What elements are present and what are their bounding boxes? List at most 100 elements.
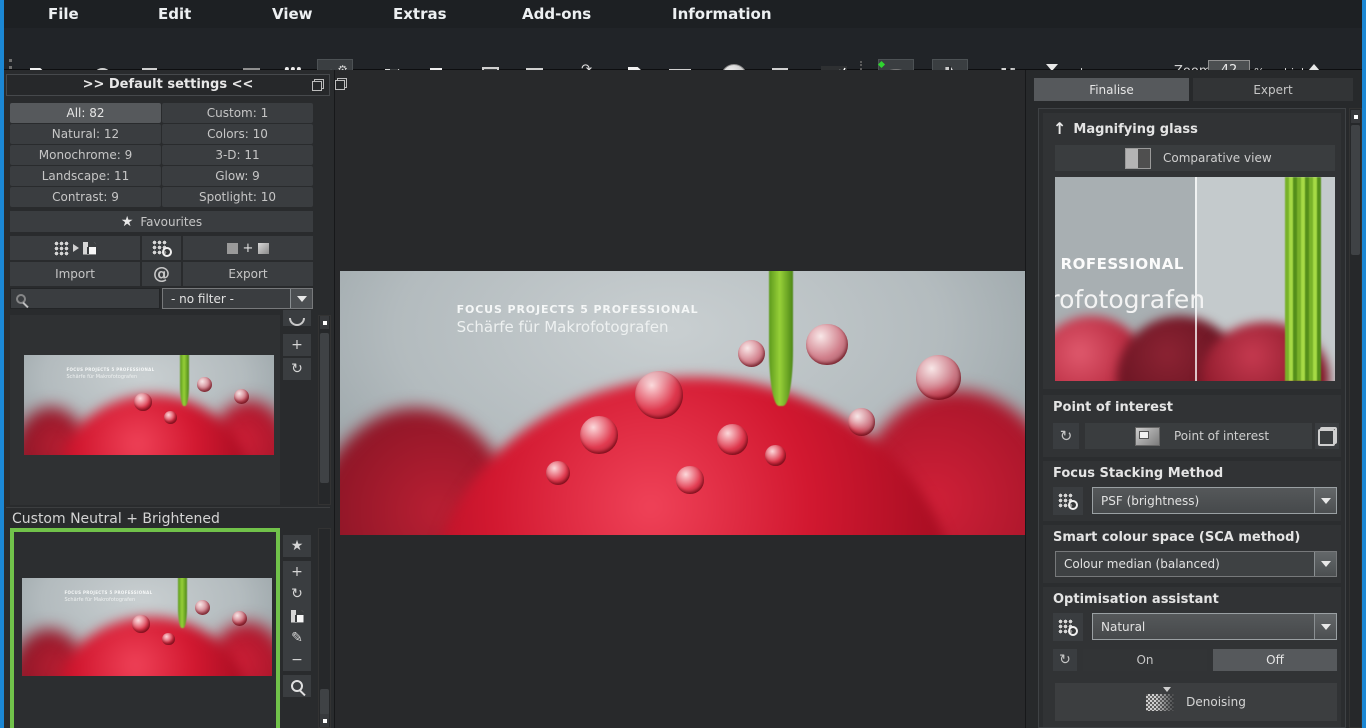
cherry-stem (178, 578, 187, 628)
refresh-icon: ↻ (1060, 429, 1073, 444)
thumbnail-list-scrollbar[interactable] (318, 315, 331, 505)
stacking-browse-button[interactable] (1053, 487, 1083, 515)
menu-extras[interactable]: Extras (393, 5, 447, 23)
favourites-button[interactable]: ★ Favourites (10, 211, 313, 232)
import-presets-icon-button[interactable] (10, 236, 140, 260)
category-landscape[interactable]: Landscape: 11 (10, 166, 161, 186)
presets-panel: >> Default settings << All: 82 Custom: 1… (4, 70, 334, 728)
comparative-view-toggle[interactable] (1125, 148, 1151, 169)
preset-thumbnail-card[interactable]: FOCUS PROJECTS 5 PROFESSIONAL Schärfe fü… (10, 315, 280, 505)
stacking-title: Focus Stacking Method (1053, 466, 1223, 481)
preset-edit-button[interactable]: ✎ (283, 627, 311, 649)
poi-button[interactable]: Point of interest (1085, 423, 1312, 449)
scrollbar-thumb[interactable] (320, 689, 329, 715)
preset-zoom-button[interactable] (283, 675, 311, 697)
main-canvas[interactable]: FOCUS PROJECTS 5 PROFESSIONAL Schärfe fü… (334, 70, 1025, 728)
poi-marker-icon (1135, 427, 1160, 446)
photo-brand-line1: FOCUS PROJECTS 5 PROFESSIONAL (67, 367, 155, 372)
cherry-body (429, 377, 957, 535)
settings-content: ↑ Magnifying glass Comparative view ROFE… (1038, 108, 1346, 728)
preset-search-input[interactable] (10, 288, 160, 309)
optimisation-browse-button[interactable] (1053, 613, 1083, 641)
category-spotlight[interactable]: Spotlight: 10 (162, 187, 313, 207)
preset-thumbnail-image[interactable]: FOCUS PROJECTS 5 PROFESSIONAL Schärfe fü… (24, 355, 274, 455)
scrollbar-collapse-button[interactable] (1351, 110, 1360, 123)
category-colors[interactable]: Colors: 10 (162, 124, 313, 144)
preset-detail-scrollbar[interactable] (318, 528, 331, 728)
scrollbar-collapse-button[interactable] (320, 316, 329, 329)
stacking-method-dropdown[interactable]: PSF (brightness) (1092, 487, 1337, 514)
photo-brand-line2: Schärfe für Makrofotografen (65, 597, 153, 603)
scrollbar-collapse-button[interactable] (320, 714, 329, 727)
colourspace-dropdown[interactable]: Colour median (balanced) (1055, 551, 1337, 577)
poi-section: Point of interest ↻ Point of interest (1043, 395, 1341, 457)
category-contrast[interactable]: Contrast: 9 (10, 187, 161, 207)
menu-file[interactable]: File (48, 5, 79, 23)
category-3d[interactable]: 3-D: 11 (162, 145, 313, 165)
preset-filter-value: - no filter - (171, 292, 234, 306)
optimisation-dropdown[interactable]: Natural (1092, 613, 1337, 640)
undock-panel-icon[interactable] (312, 79, 324, 91)
category-glow[interactable]: Glow: 9 (162, 166, 313, 186)
copy-icon (1317, 427, 1338, 446)
selected-preset-thumbnail-image[interactable]: FOCUS PROJECTS 5 PROFESSIONAL Schärfe fü… (22, 578, 272, 676)
window-edge-right (1362, 0, 1366, 728)
menu-information[interactable]: Information (672, 5, 772, 23)
scrollbar-thumb[interactable] (1351, 125, 1360, 255)
stacking-section: Focus Stacking Method PSF (brightness) (1043, 461, 1341, 521)
poi-copy-button[interactable] (1315, 423, 1339, 449)
window-edge-left (0, 0, 4, 728)
presets-panel-header[interactable]: >> Default settings << (6, 74, 330, 96)
preset-refresh-button[interactable]: ↻ (283, 583, 311, 605)
comparative-view-label: Comparative view (1163, 151, 1272, 165)
menu-view[interactable]: View (272, 5, 313, 23)
tab-expert[interactable]: Expert (1193, 78, 1353, 101)
crop-text-line1: ROFESSIONAL (1061, 255, 1184, 273)
magnifier-icon (291, 680, 303, 692)
preset-add-button[interactable]: + (283, 561, 311, 583)
dropdown-arrow-icon (1314, 488, 1336, 513)
main-image[interactable]: FOCUS PROJECTS 5 PROFESSIONAL Schärfe fü… (340, 271, 1026, 535)
star-icon: ★ (121, 215, 134, 229)
share-at-button[interactable]: @ (142, 262, 181, 286)
dropdown-arrow-icon (1314, 614, 1336, 639)
scrollbar-thumb[interactable] (320, 333, 329, 483)
import-button[interactable]: Import (10, 262, 140, 286)
image-square-icon (258, 243, 269, 254)
combine-presets-icon-button[interactable]: + (183, 236, 313, 260)
preset-save-button[interactable] (283, 605, 311, 627)
preset-remove-button[interactable]: − (283, 649, 311, 671)
category-monochrome[interactable]: Monochrome: 9 (10, 145, 161, 165)
browse-presets-button[interactable] (142, 236, 181, 260)
selected-preset-thumbnail-card[interactable]: FOCUS PROJECTS 5 PROFESSIONAL Schärfe fü… (10, 528, 280, 728)
thumb-add-button[interactable]: + (283, 334, 311, 356)
cherry-stem (180, 355, 189, 406)
menu-addons[interactable]: Add-ons (522, 5, 591, 23)
tab-finalise[interactable]: Finalise (1034, 78, 1189, 101)
assistant-off-button[interactable]: Off (1213, 649, 1337, 671)
collapse-up-icon[interactable]: ↑ (1053, 121, 1066, 137)
category-custom[interactable]: Custom: 1 (162, 103, 313, 123)
thumb-zoom-button[interactable] (283, 310, 311, 326)
dropdown-arrow-icon (1314, 552, 1336, 576)
menu-edit[interactable]: Edit (158, 5, 191, 23)
refresh-icon: ↻ (291, 362, 303, 376)
undock-canvas-icon[interactable] (335, 78, 347, 90)
optimisation-reset-button[interactable]: ↻ (1053, 649, 1077, 671)
export-button[interactable]: Export (183, 262, 313, 286)
category-all[interactable]: All: 82 (10, 103, 161, 123)
denoising-button[interactable]: Denoising (1055, 683, 1337, 721)
category-natural[interactable]: Natural: 12 (10, 124, 161, 144)
presets-panel-title: >> Default settings << (83, 77, 254, 92)
grid-search-icon (1058, 618, 1078, 636)
poi-reset-button[interactable]: ↻ (1053, 423, 1079, 449)
floppy-icon (291, 610, 304, 623)
magnifier-preview[interactable]: ROFESSIONAL rofotografen (1055, 177, 1335, 381)
thumb-refresh-button[interactable]: ↻ (283, 358, 311, 380)
preset-filter-dropdown[interactable]: - no filter - (162, 288, 313, 309)
settings-scrollbar[interactable] (1349, 108, 1362, 728)
assistant-on-button[interactable]: On (1083, 649, 1207, 671)
cherry-body (57, 395, 250, 455)
photo-brand-line1: FOCUS PROJECTS 5 PROFESSIONAL (65, 590, 153, 595)
preset-favourite-button[interactable]: ★ (283, 535, 311, 557)
